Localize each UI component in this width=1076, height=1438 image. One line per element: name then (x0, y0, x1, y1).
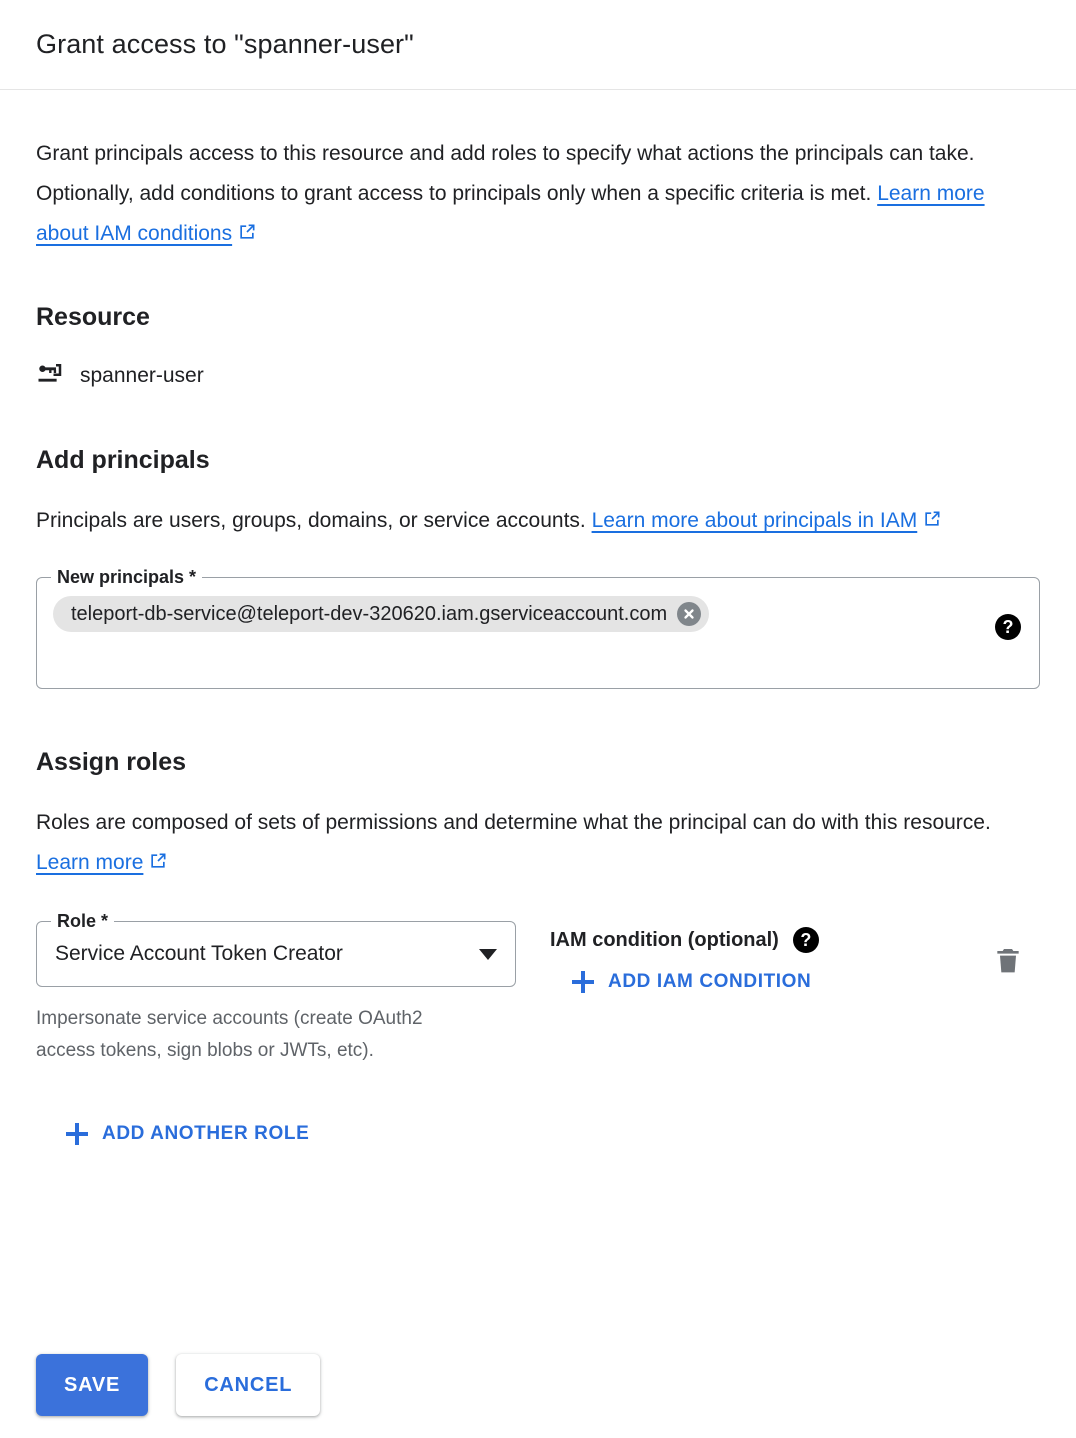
plus-icon (572, 971, 594, 993)
learn-more-roles-link[interactable]: Learn more (36, 851, 143, 874)
dialog-body: Grant principals access to this resource… (0, 134, 1076, 1150)
help-icon[interactable]: ? (792, 927, 819, 953)
add-principals-description-text: Principals are users, groups, domains, o… (36, 509, 592, 532)
assign-roles-heading: Assign roles (36, 748, 187, 776)
assign-roles-section: Assign roles Roles are composed of sets … (36, 747, 1040, 1150)
add-another-role-button[interactable]: ADD ANOTHER ROLE (66, 1123, 309, 1145)
iam-condition-label-row: IAM condition (optional) ? (550, 927, 956, 953)
external-link-icon (237, 216, 257, 256)
page-title: Grant access to "spanner-user" (36, 29, 414, 60)
role-column: Role * Service Account Token Creator Imp… (36, 910, 516, 1067)
principal-chip-label: teleport-db-service@teleport-dev-320620.… (71, 602, 668, 625)
chevron-down-icon[interactable] (479, 948, 497, 960)
iam-condition-column: IAM condition (optional) ? ADD IAM CONDI… (516, 921, 956, 998)
iam-condition-label: IAM condition (optional) (550, 928, 779, 951)
resource-name: spanner-user (80, 363, 204, 387)
resource-heading: Resource (36, 303, 150, 331)
role-select[interactable]: Role * Service Account Token Creator (36, 910, 516, 987)
new-principals-label: New principals * (51, 566, 203, 588)
new-principals-field[interactable]: New principals * teleport-db-service@tel… (36, 566, 1040, 689)
learn-more-principals-link[interactable]: Learn more about principals in IAM (592, 509, 918, 532)
intro-paragraph: Grant principals access to this resource… (36, 134, 1040, 256)
dialog-header: Grant access to "spanner-user" (0, 0, 1076, 90)
trash-icon[interactable] (992, 945, 1024, 982)
add-another-role-label: ADD ANOTHER ROLE (102, 1123, 310, 1144)
add-iam-condition-button[interactable]: ADD IAM CONDITION (572, 971, 811, 993)
delete-role-column (956, 921, 1040, 982)
plus-icon (66, 1123, 88, 1145)
role-helper-text: Impersonate service accounts (create OAu… (36, 1008, 423, 1061)
principal-chip[interactable]: teleport-db-service@teleport-dev-320620.… (53, 596, 710, 632)
resource-row: spanner-user (36, 358, 1040, 393)
cancel-button[interactable]: CANCEL (176, 1354, 321, 1416)
assign-roles-description: Roles are composed of sets of permission… (36, 803, 1040, 885)
external-link-icon (922, 503, 942, 543)
resource-section: Resource spanner-user (36, 302, 1040, 393)
role-select-label: Role * (51, 910, 115, 932)
help-icon[interactable]: ? (995, 614, 1021, 640)
add-principals-heading: Add principals (36, 446, 210, 474)
add-iam-condition-label: ADD IAM CONDITION (608, 971, 812, 992)
intro-text: Grant principals access to this resource… (36, 142, 975, 205)
service-account-key-icon (36, 358, 66, 393)
close-icon[interactable] (677, 602, 702, 626)
role-select-value: Service Account Token Creator (55, 942, 343, 965)
external-link-icon (148, 845, 168, 885)
add-iam-condition-wrapper: ADD IAM CONDITION (572, 971, 956, 998)
save-button[interactable]: SAVE (36, 1354, 149, 1416)
role-row: Role * Service Account Token Creator Imp… (36, 910, 1040, 1067)
assign-roles-description-text: Roles are composed of sets of permission… (36, 811, 991, 834)
add-principals-section: Add principals Principals are users, gro… (36, 445, 1040, 689)
dialog-footer: SAVE CANCEL (36, 1354, 321, 1416)
add-principals-description: Principals are users, groups, domains, o… (36, 501, 1040, 543)
add-another-role-wrapper: ADD ANOTHER ROLE (66, 1123, 1040, 1150)
